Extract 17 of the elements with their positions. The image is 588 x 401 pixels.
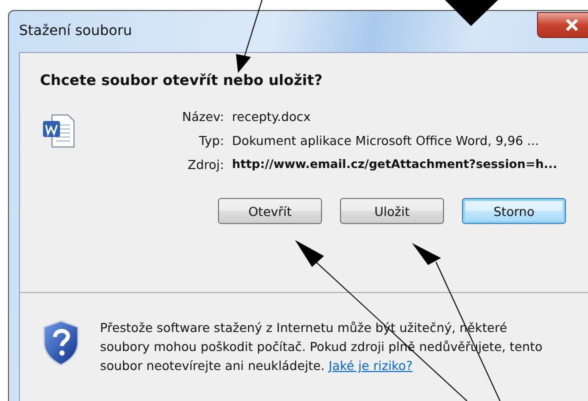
field-label: Název: [181, 109, 224, 124]
field-label: Zdroj: [186, 157, 224, 172]
field-value: Dokument aplikace Microsoft Office Word, 9,96 ... [232, 133, 540, 148]
field-value: recepty.docx [232, 109, 312, 124]
field-value: http://www.email.cz/getAttachment?session=h... [232, 157, 558, 172]
word-document-icon [42, 113, 76, 149]
risk-link[interactable]: Jaké je riziko? [328, 358, 413, 373]
dialog-button[interactable]: Uložit [340, 198, 444, 224]
dialog-button[interactable]: Otevřít [218, 198, 322, 224]
close-icon [565, 19, 579, 31]
field-label: Typ: [198, 133, 224, 148]
dialog-button[interactable]: Storno [462, 198, 566, 224]
annotation-arrowhead [445, 0, 498, 26]
dialog-heading: Chcete soubor otevřít nebo uložit? [40, 73, 324, 89]
window-title: Stažení souboru [19, 23, 132, 39]
shield-question-icon [43, 320, 79, 366]
close-button[interactable] [537, 12, 588, 38]
